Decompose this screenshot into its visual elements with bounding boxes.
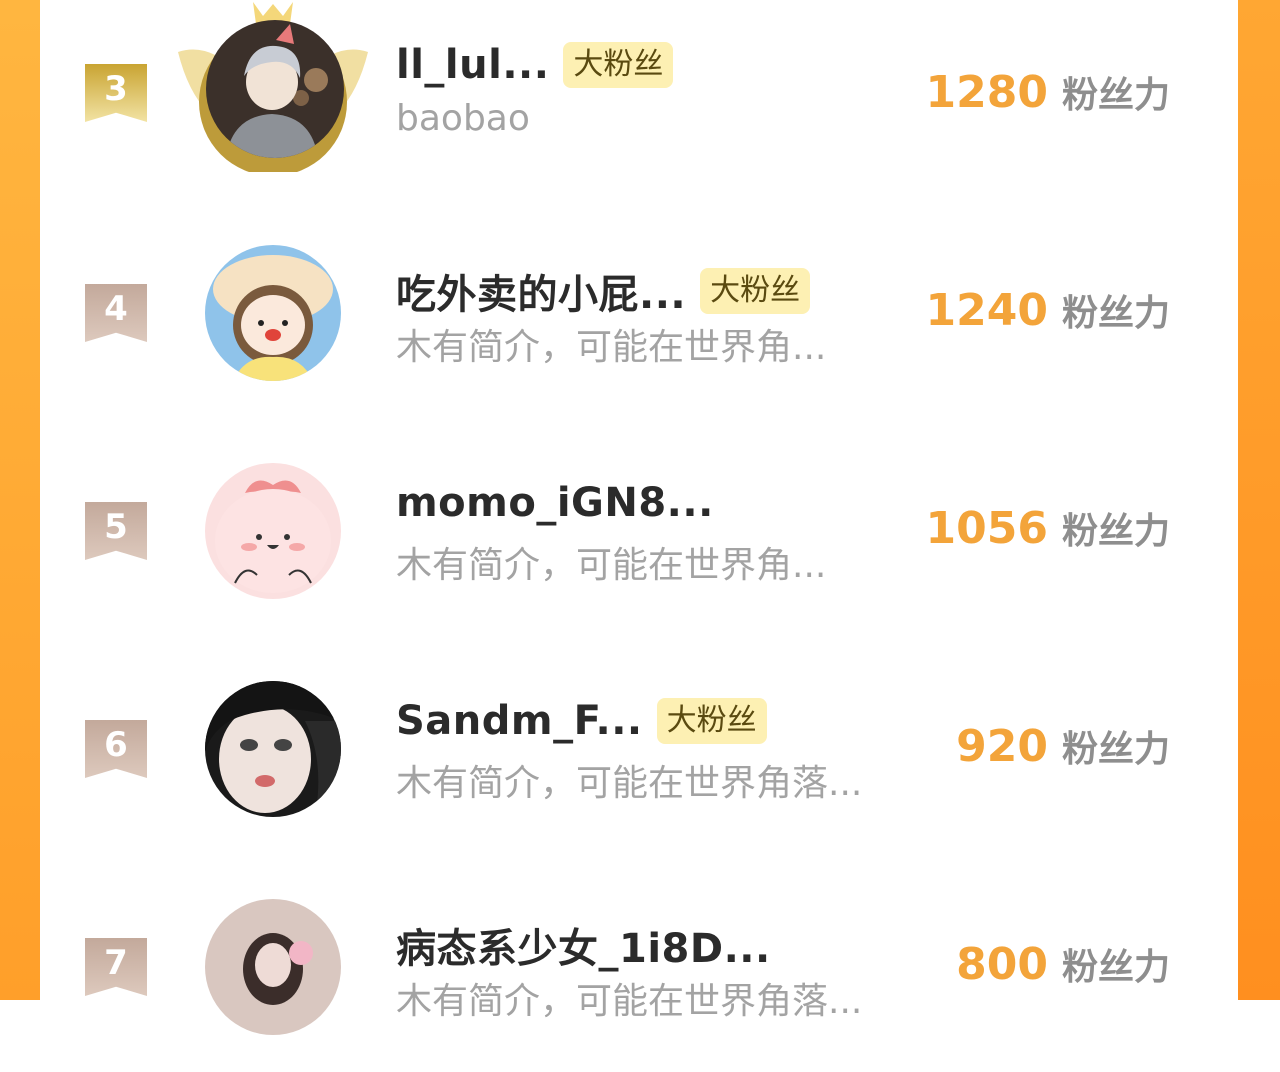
rank-number: 5 — [104, 507, 128, 547]
name-line: Sandm_F... 大粉丝 — [396, 698, 767, 744]
name-line: 病态系少女_1i8D... — [396, 916, 771, 974]
user-description: baobao — [396, 98, 530, 139]
list-item[interactable]: 7 病态系少女_1i8D... 木有简介，可能在世界角落... 800 粉丝力 — [40, 872, 1238, 1072]
user-description: 木有简介，可能在世界角... — [396, 545, 827, 586]
fan-score-value: 800 — [956, 939, 1048, 990]
name-line: ll_lul... 大粉丝 — [396, 42, 674, 88]
avatar[interactable] — [205, 681, 341, 817]
fan-score: 1240 粉丝力 — [926, 284, 1170, 336]
right-orange-border — [1238, 0, 1280, 1000]
list-item[interactable]: 5 momo_iGN8... 木有简介，可能在世界角... 1056 粉丝力 — [40, 436, 1238, 636]
avatar[interactable] — [206, 20, 344, 158]
user-description: 木有简介，可能在世界角... — [396, 327, 827, 368]
fan-score: 1280 粉丝力 — [926, 66, 1170, 118]
fan-score-unit: 粉丝力 — [1061, 511, 1170, 552]
fan-score-value: 1280 — [925, 67, 1048, 118]
fan-score-unit: 粉丝力 — [1061, 293, 1170, 334]
fan-score-unit: 粉丝力 — [1061, 729, 1170, 770]
fan-score-unit: 粉丝力 — [1061, 947, 1170, 988]
avatar[interactable] — [205, 899, 341, 1035]
fan-score-value: 1056 — [925, 503, 1048, 554]
list-item[interactable]: 3 ll_lul... 大粉丝 baobao 1280 粉丝力 — [40, 0, 1238, 200]
avatar[interactable] — [205, 463, 341, 599]
user-description: 木有简介，可能在世界角落... — [396, 763, 863, 804]
big-fan-badge: 大粉丝 — [700, 268, 811, 314]
left-orange-border — [0, 0, 40, 1000]
rank-ribbon: 3 — [85, 64, 147, 122]
big-fan-badge: 大粉丝 — [563, 42, 674, 88]
rank-number: 6 — [104, 725, 128, 765]
user-name[interactable]: 吃外卖的小屁... — [396, 262, 686, 320]
fan-score-value: 1240 — [925, 285, 1048, 336]
fan-score-unit: 粉丝力 — [1061, 75, 1170, 116]
big-fan-badge: 大粉丝 — [656, 698, 767, 744]
rank-number: 3 — [104, 69, 128, 109]
rank-number: 4 — [104, 289, 128, 329]
user-name[interactable]: 病态系少女_1i8D... — [396, 916, 771, 974]
rank-ribbon: 6 — [85, 720, 147, 778]
rank-number: 7 — [104, 943, 128, 983]
user-name[interactable]: momo_iGN8... — [396, 480, 714, 526]
user-name[interactable]: Sandm_F... — [396, 698, 643, 744]
fan-score-value: 920 — [956, 721, 1048, 772]
name-line: 吃外卖的小屁... 大粉丝 — [396, 262, 811, 320]
rank-ribbon: 4 — [85, 284, 147, 342]
rank-ribbon: 7 — [85, 938, 147, 996]
user-description: 木有简介，可能在世界角落... — [396, 981, 863, 1022]
list-item[interactable]: 4 吃外卖的小屁... 大粉丝 木有简介，可能在世界角... 1240 粉丝力 — [40, 218, 1238, 418]
list-item[interactable]: 6 Sandm_F... 大粉丝 木有简介，可能在世界角落... 920 粉丝力 — [40, 654, 1238, 854]
fan-score: 1056 粉丝力 — [926, 502, 1170, 554]
user-name[interactable]: ll_lul... — [396, 42, 549, 88]
name-line: momo_iGN8... — [396, 480, 714, 526]
fan-ranking-list: 3 ll_lul... 大粉丝 baobao 1280 粉丝力 4 吃外卖的小屁… — [40, 0, 1238, 1035]
fan-score: 800 粉丝力 — [956, 938, 1170, 990]
fan-score: 920 粉丝力 — [956, 720, 1170, 772]
avatar[interactable] — [205, 245, 341, 381]
rank-ribbon: 5 — [85, 502, 147, 560]
